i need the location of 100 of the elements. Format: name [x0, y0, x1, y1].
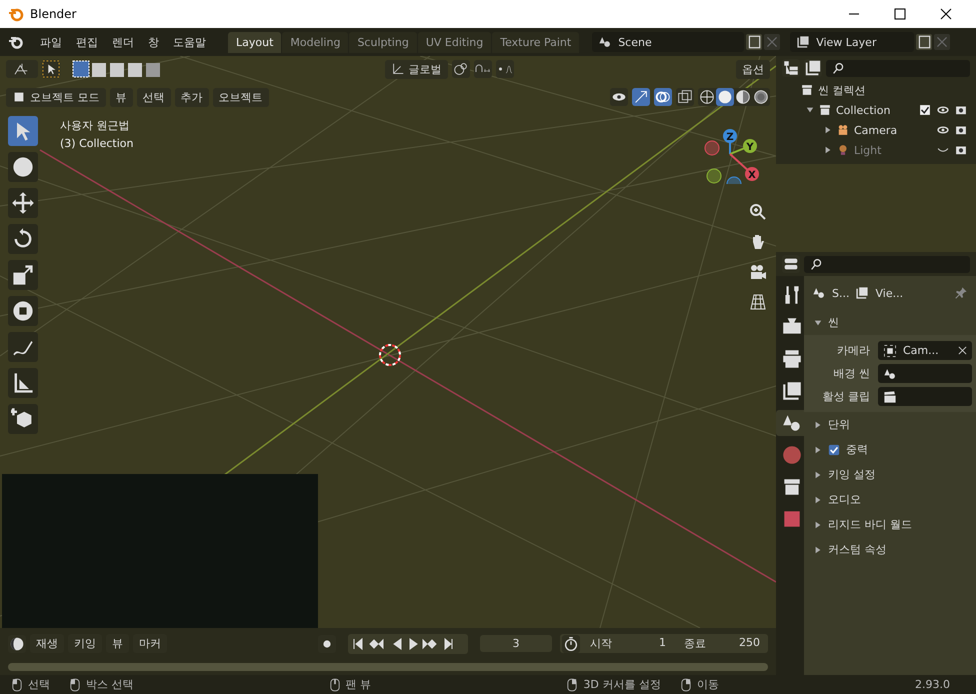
editor-type-icon[interactable] — [782, 255, 800, 273]
status-hint: 박스 선택 — [86, 677, 134, 692]
axis-handle[interactable]: X — [745, 167, 759, 181]
move-tool-icon[interactable] — [8, 188, 38, 218]
timeline-menu-item[interactable]: 키잉 — [68, 634, 102, 654]
timeline-menu-item[interactable]: 재생 — [30, 634, 64, 654]
mouse-icon — [680, 678, 691, 692]
menu-item[interactable]: 창 — [142, 34, 165, 50]
negative-axis-handle[interactable] — [726, 176, 742, 184]
copy-icon[interactable] — [746, 34, 762, 50]
status-hint: 3D 커서를 설정 — [583, 677, 661, 692]
xray-icon[interactable] — [676, 88, 694, 106]
mode-dropdown[interactable]: 오브젝트 모드 — [6, 88, 106, 106]
camera-icon[interactable] — [748, 262, 768, 282]
menu-item[interactable]: 편집 — [70, 34, 104, 50]
checkbox-icon[interactable] — [828, 444, 840, 456]
axis-handle[interactable]: Z — [723, 129, 737, 143]
clip-field[interactable] — [878, 387, 972, 406]
visibility-icon[interactable] — [610, 88, 628, 106]
rotate-tool-icon[interactable] — [8, 224, 38, 254]
status-hint: 팬 뷰 — [346, 677, 372, 692]
orientation-dropdown[interactable]: 글로벌 — [384, 60, 448, 78]
rendered-shading-icon[interactable] — [752, 88, 770, 106]
cursor-icon[interactable] — [42, 60, 60, 78]
annotate-tool-icon[interactable] — [8, 332, 38, 362]
add-cube-tool-icon[interactable] — [8, 404, 38, 434]
pivot-icon[interactable] — [452, 60, 470, 78]
workspace-tab[interactable]: Modeling — [282, 32, 348, 52]
copy-icon[interactable] — [916, 34, 932, 50]
timeline-menu-item[interactable]: 마커 — [133, 634, 167, 654]
panel-header[interactable]: 리지드 바디 월드 — [804, 512, 976, 537]
panel-header[interactable]: 단위 — [804, 412, 976, 437]
zoom-icon[interactable] — [748, 202, 768, 222]
blender-logo-icon[interactable] — [8, 34, 24, 50]
wire-shading-icon[interactable] — [698, 88, 716, 106]
negative-axis-handle[interactable] — [706, 168, 722, 184]
panel-header[interactable]: 오디오 — [804, 487, 976, 512]
start-frame-field[interactable]: 시작 1 — [582, 634, 674, 654]
expand-arrow-icon[interactable] — [824, 146, 832, 154]
editor-type-button[interactable] — [6, 60, 38, 78]
clock-icon[interactable] — [8, 634, 26, 653]
selection-mode-icon[interactable] — [72, 60, 162, 78]
outliner-item[interactable]: Light — [854, 144, 932, 156]
pin-icon[interactable] — [954, 286, 968, 300]
grid-icon[interactable] — [748, 292, 768, 312]
end-frame-field[interactable]: 종료 250 — [676, 634, 768, 654]
search-field[interactable] — [804, 256, 970, 272]
clear-icon[interactable] — [958, 346, 967, 355]
axis-handle[interactable]: Y — [743, 139, 757, 153]
scale-tool-icon[interactable] — [8, 260, 38, 290]
scene-field[interactable] — [878, 364, 972, 383]
current-frame-field[interactable]: 3 — [480, 635, 552, 652]
viewport-menu-item[interactable]: 뷰 — [110, 88, 132, 106]
search-field[interactable] — [826, 60, 970, 76]
snap-icon[interactable] — [474, 60, 492, 78]
solid-shading-icon[interactable] — [716, 88, 734, 106]
viewport-menu-item[interactable]: 선택 — [136, 88, 170, 106]
transform-tool-icon[interactable] — [8, 296, 38, 326]
gizmo-toggle-icon[interactable] — [632, 88, 650, 106]
workspace-tab[interactable]: Texture Paint — [492, 32, 580, 52]
viewport-menu-item[interactable]: 오브젝트 — [212, 88, 268, 106]
workspace-tab[interactable]: UV Editing — [418, 32, 492, 52]
select-box-tool-icon[interactable] — [8, 116, 38, 146]
display-mode-icon[interactable] — [782, 59, 800, 77]
timeline-scrollbar[interactable] — [8, 663, 768, 671]
material-shading-icon[interactable] — [734, 88, 752, 106]
options-dropdown[interactable]: 옵션 — [736, 60, 770, 78]
outliner-item[interactable]: Camera — [854, 124, 932, 136]
outliner-item[interactable]: 씬 컬렉션 — [818, 82, 866, 98]
filter-icon[interactable] — [804, 59, 822, 77]
record-icon[interactable] — [318, 634, 336, 653]
outliner-item[interactable]: Collection — [836, 104, 914, 116]
measure-tool-icon[interactable] — [8, 368, 38, 398]
panel-header[interactable]: 커스텀 속성 — [804, 537, 976, 562]
expand-arrow-icon[interactable] — [806, 106, 814, 114]
menu-item[interactable]: 렌더 — [106, 34, 140, 50]
proportional-edit-icon[interactable] — [496, 60, 514, 78]
negative-axis-handle[interactable] — [704, 140, 720, 156]
overlay-toggle-icon[interactable] — [654, 88, 672, 106]
close-icon[interactable] — [940, 8, 952, 20]
timeline-menu-item[interactable]: 뷰 — [106, 634, 129, 654]
panel-header[interactable]: 씬 — [804, 310, 976, 335]
panel-header[interactable]: 중력 — [804, 437, 976, 462]
view-layer-selector[interactable]: View Layer — [790, 32, 914, 52]
expand-arrow-icon[interactable] — [824, 126, 832, 134]
panel-header[interactable]: 키잉 설정 — [804, 462, 976, 487]
workspace-tab[interactable]: Layout — [228, 32, 282, 52]
context-label[interactable]: S... — [832, 286, 850, 300]
context-label[interactable]: Vie... — [875, 286, 948, 300]
mouse-icon — [12, 678, 22, 692]
viewport-menu-item[interactable]: 추가 — [174, 88, 208, 106]
playback-controls-icon[interactable] — [348, 634, 468, 654]
menu-item[interactable]: 도움말 — [167, 34, 212, 50]
checkbox-icon[interactable] — [918, 103, 932, 117]
workspace-tab[interactable]: Sculpting — [349, 32, 417, 52]
scene-selector[interactable]: Scene — [592, 32, 744, 52]
object-field[interactable]: Cam... — [878, 341, 972, 360]
stopwatch-icon[interactable] — [562, 634, 580, 653]
menu-item[interactable]: 파일 — [34, 34, 68, 50]
maximize-icon[interactable] — [894, 8, 906, 20]
